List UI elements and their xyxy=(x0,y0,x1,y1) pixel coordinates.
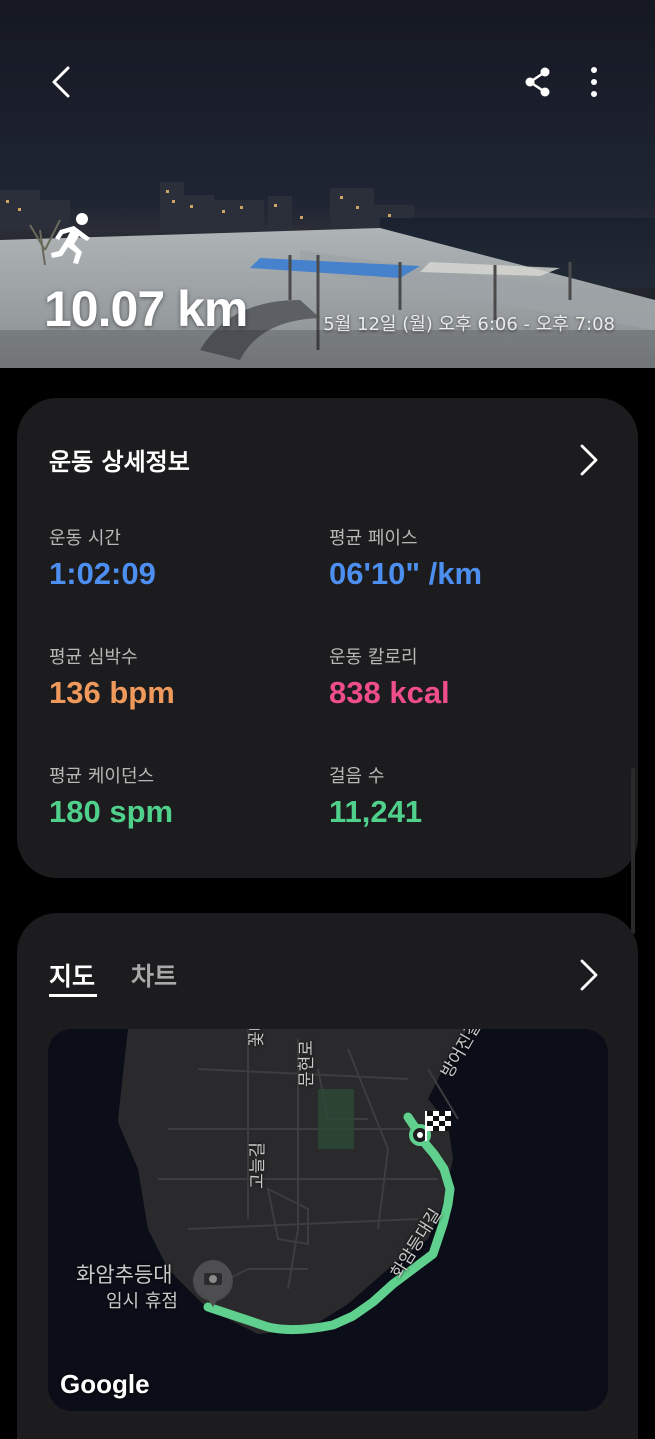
stat-duration: 운동 시간 1:02:09 xyxy=(49,524,156,592)
map-canvas xyxy=(48,1029,608,1411)
route-map[interactable]: 꽃바위로 문현로 고늘길 화암등대길 방어진길 화암추등대 임시 휴점 Goog… xyxy=(48,1029,608,1411)
workout-details-card: 운동 상세정보 운동 시간 1:02:09 평균 페이스 06'10" /km … xyxy=(17,398,638,878)
stat-label: 평균 케이던스 xyxy=(49,766,155,787)
chevron-right-icon xyxy=(580,444,598,476)
workout-datetime: 5월 12일 (월) 오후 6:06 - 오후 7:08 xyxy=(323,314,615,335)
google-logo: Google xyxy=(60,1369,150,1399)
back-button[interactable] xyxy=(40,60,84,104)
stat-value: 06'10" /km xyxy=(329,556,483,591)
share-button[interactable] xyxy=(516,60,560,104)
scrollbar[interactable] xyxy=(631,768,635,934)
stat-avg-pace: 평균 페이스 06'10" /km xyxy=(329,524,482,592)
stat-value: 136 bpm xyxy=(49,675,175,710)
map-chart-card: 지도 차트 문현로 고늘길 화암등대길 방어진길 화암추등대 임시 휴점 Goo… xyxy=(17,913,638,1439)
tab-chart[interactable]: 차트 xyxy=(131,957,177,993)
stat-avg-cadence: 평균 케이던스 180 spm xyxy=(49,762,173,830)
poi-status-label: 임시 휴점 xyxy=(106,1291,178,1312)
hero-photo: 10.07 km 5월 12일 (월) 오후 6:06 - 오후 7:08 xyxy=(0,0,655,368)
stat-label: 걸음 수 xyxy=(329,766,385,787)
back-arrow-icon xyxy=(52,66,70,98)
stat-value: 838 kcal xyxy=(329,675,450,710)
stat-avg-heart-rate: 평균 심박수 136 bpm xyxy=(49,643,175,711)
stat-value: 11,241 xyxy=(329,794,423,829)
stat-label: 운동 칼로리 xyxy=(329,647,418,668)
stat-label: 운동 시간 xyxy=(49,528,121,549)
more-vertical-icon xyxy=(591,67,597,97)
stat-label: 평균 심박수 xyxy=(49,647,138,668)
stat-value: 1:02:09 xyxy=(49,556,156,591)
map-road-label: 문현로 xyxy=(297,1040,317,1087)
chevron-right-icon xyxy=(580,959,598,991)
details-title: 운동 상세정보 xyxy=(49,448,190,476)
map-road-label: 고늘길 xyxy=(248,1142,268,1189)
map-more-button[interactable] xyxy=(571,957,607,993)
active-tab-indicator xyxy=(49,994,97,997)
stat-steps: 걸음 수 11,241 xyxy=(329,762,422,830)
tab-map[interactable]: 지도 xyxy=(49,957,95,993)
distance-value: 10.07 km xyxy=(44,281,248,337)
running-icon xyxy=(51,213,90,264)
details-more-button[interactable] xyxy=(571,442,607,478)
map-road-label: 꽃바위로 xyxy=(242,1029,267,1047)
stat-label: 평균 페이스 xyxy=(329,528,418,549)
poi-name-label[interactable]: 화암추등대 xyxy=(76,1259,173,1289)
stat-calories: 운동 칼로리 838 kcal xyxy=(329,643,450,711)
more-options-button[interactable] xyxy=(572,60,616,104)
stat-value: 180 spm xyxy=(49,794,174,829)
share-icon xyxy=(525,67,550,97)
